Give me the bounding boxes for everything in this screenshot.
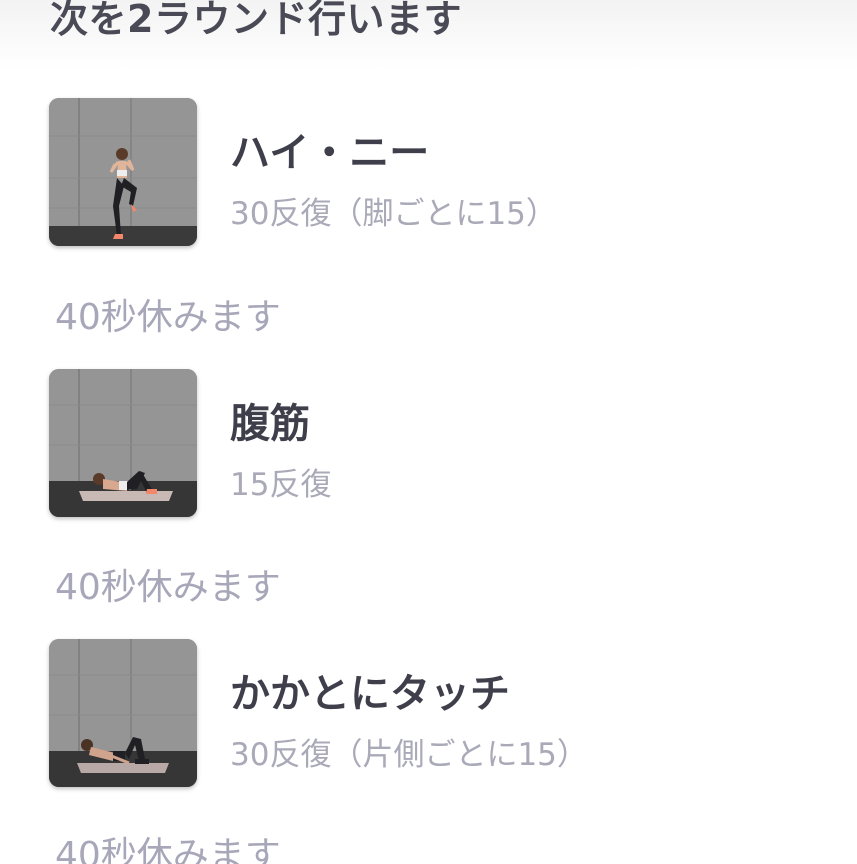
exercise-item-high-knees[interactable]: ハイ・ニー 30反復（脚ごとに15） — [49, 98, 829, 246]
rest-label: 40秒休みます — [55, 835, 281, 864]
exercise-item-heel-touch[interactable]: かかとにタッチ 30反復（片側ごとに15） — [49, 639, 829, 787]
section-title: 次を2ラウンド行います — [50, 0, 462, 41]
exercise-reps: 30反復（片側ごとに15） — [230, 737, 588, 773]
exercise-name: 腹筋 — [230, 401, 310, 447]
rest-label: 40秒休みます — [55, 567, 281, 608]
sit-ups-image — [49, 369, 197, 517]
exercise-thumbnail — [49, 98, 197, 246]
exercise-reps: 15反復 — [230, 467, 332, 503]
exercise-thumbnail — [49, 369, 197, 517]
exercise-thumbnail — [49, 639, 197, 787]
heel-touch-image — [49, 639, 197, 787]
workout-screen: 次を2ラウンド行います ハイ・ニー 30反復（脚ごとに15） 40秒休みます 腹… — [0, 0, 857, 864]
rest-label: 40秒休みます — [55, 297, 281, 338]
exercise-name: かかとにタッチ — [230, 671, 510, 717]
exercise-item-sit-ups[interactable]: 腹筋 15反復 — [49, 369, 829, 517]
high-knees-image — [49, 98, 197, 246]
exercise-name: ハイ・ニー — [230, 130, 430, 176]
exercise-reps: 30反復（脚ごとに15） — [230, 196, 557, 232]
